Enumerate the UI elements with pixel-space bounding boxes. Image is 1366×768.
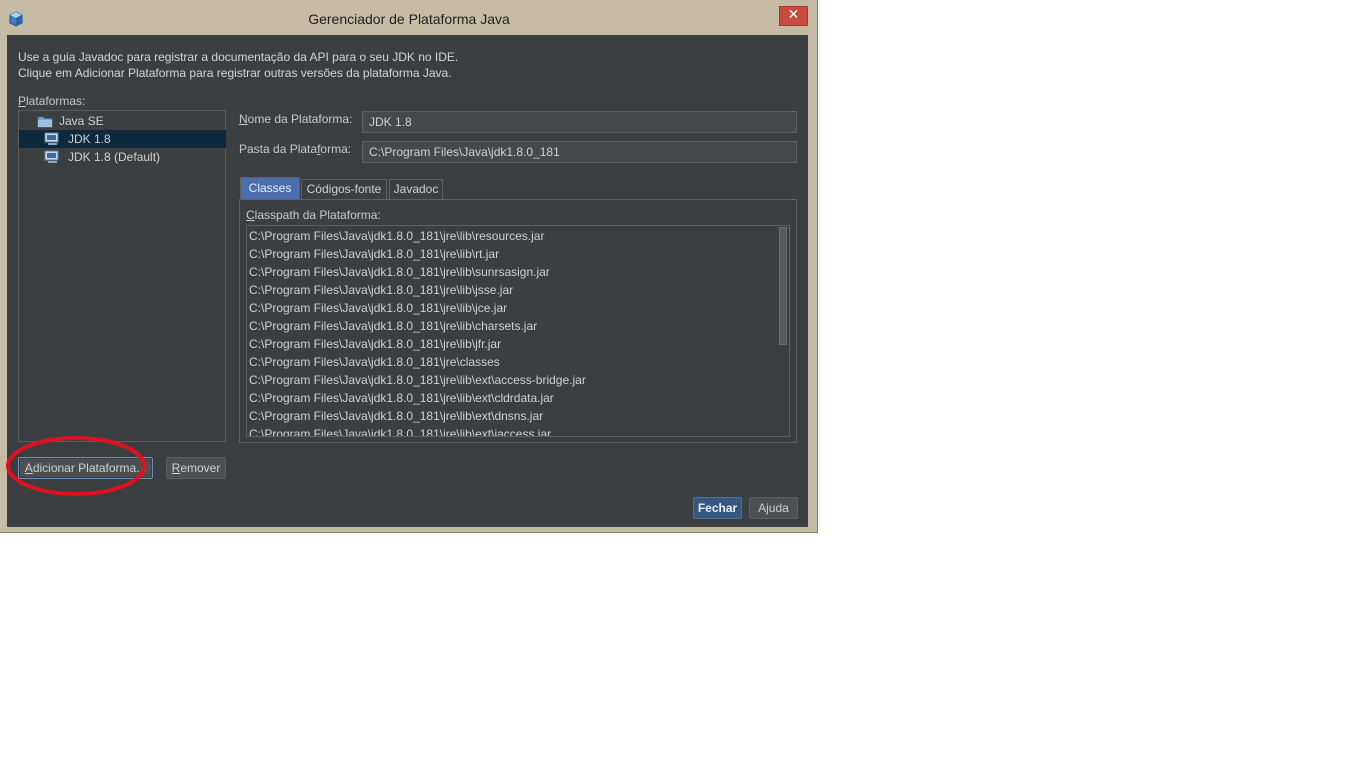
platform-icon [44, 132, 59, 145]
platform-icon [44, 150, 59, 163]
intro-line-2: Clique em Adicionar Plataforma para regi… [18, 66, 452, 80]
classpath-entry[interactable]: C:\Program Files\Java\jdk1.8.0_181\jre\l… [249, 227, 544, 245]
tab-source[interactable]: Códigos-fonte [301, 179, 387, 199]
title-bar[interactable]: Gerenciador de Plataforma Java ✕ [0, 0, 818, 34]
classpath-list[interactable]: C:\Program Files\Java\jdk1.8.0_181\jre\l… [246, 225, 790, 437]
classpath-entry[interactable]: C:\Program Files\Java\jdk1.8.0_181\jre\l… [249, 317, 537, 335]
dialog-content: Use a guia Javadoc para registrar a docu… [7, 35, 808, 527]
classpath-entry[interactable]: C:\Program Files\Java\jdk1.8.0_181\jre\l… [249, 389, 554, 407]
platforms-tree[interactable]: Java SE JDK 1.8 JDK 1.8 (Default) [18, 110, 226, 442]
tree-node-label: Java SE [59, 114, 104, 128]
classpath-entry[interactable]: C:\Program Files\Java\jdk1.8.0_181\jre\l… [249, 263, 550, 281]
classpath-entry[interactable]: C:\Program Files\Java\jdk1.8.0_181\jre\l… [249, 407, 543, 425]
add-platform-label: dicionar Plataforma... [32, 461, 147, 475]
platform-folder-label-post: orma: [320, 142, 352, 156]
tree-node-jdk-1-8[interactable]: JDK 1.8 [19, 130, 226, 148]
folder-icon [37, 116, 53, 128]
platform-name-label-mnemonic: N [239, 112, 248, 126]
remove-label: emover [180, 461, 221, 475]
platform-manager-window: Gerenciador de Plataforma Java ✕ Use a g… [0, 0, 818, 533]
classpath-entry[interactable]: C:\Program Files\Java\jdk1.8.0_181\jre\l… [249, 335, 501, 353]
tree-node-label: JDK 1.8 [68, 132, 111, 146]
classpath-entry[interactable]: C:\Program Files\Java\jdk1.8.0_181\jre\l… [249, 371, 586, 389]
platforms-label-rest: lataformas: [26, 94, 86, 108]
platform-name-label: Nome da Plataforma: [239, 112, 352, 126]
add-platform-mnemonic: A [24, 461, 33, 475]
tree-node-label: JDK 1.8 (Default) [68, 150, 161, 164]
classpath-scrollbar-thumb[interactable] [779, 227, 787, 345]
classpath-entry[interactable]: C:\Program Files\Java\jdk1.8.0_181\jre\l… [249, 299, 507, 317]
platform-folder-label-pre: Pasta da Plata [239, 142, 318, 156]
intro-text: Use a guia Javadoc para registrar a docu… [18, 49, 458, 81]
help-button[interactable]: Ajuda [749, 497, 798, 519]
platform-name-label-rest: ome da Plataforma: [247, 112, 353, 126]
platform-folder-label: Pasta da Plataforma: [239, 142, 351, 156]
window-title: Gerenciador de Plataforma Java [308, 11, 510, 27]
platforms-label-mnemonic: P [18, 94, 27, 108]
platforms-label: Plataformas: [18, 94, 85, 108]
platform-folder-field[interactable]: C:\Program Files\Java\jdk1.8.0_181 [362, 141, 797, 163]
tree-node-java-se[interactable]: Java SE [19, 112, 226, 130]
classpath-entry[interactable]: C:\Program Files\Java\jdk1.8.0_181\jre\l… [249, 425, 551, 436]
classpath-entry[interactable]: C:\Program Files\Java\jdk1.8.0_181\jre\l… [249, 245, 499, 263]
tree-node-jdk-1-8-default[interactable]: JDK 1.8 (Default) [19, 148, 226, 166]
classpath-label-rest: lasspath da Plataforma: [254, 208, 381, 222]
close-window-button[interactable]: ✕ [779, 6, 808, 26]
intro-line-1: Use a guia Javadoc para registrar a docu… [18, 50, 459, 64]
classpath-entry[interactable]: C:\Program Files\Java\jdk1.8.0_181\jre\l… [249, 281, 513, 299]
classpath-label-mnemonic: C [246, 208, 255, 222]
remove-button[interactable]: Remover [166, 457, 226, 479]
platform-name-field[interactable]: JDK 1.8 [362, 111, 797, 133]
classpath-label: Classpath da Plataforma: [246, 208, 381, 222]
close-button[interactable]: Fechar [693, 497, 742, 519]
tab-classes[interactable]: Classes [240, 177, 300, 199]
classpath-entry[interactable]: C:\Program Files\Java\jdk1.8.0_181\jre\c… [249, 353, 500, 371]
classes-tab-panel: Classpath da Plataforma: C:\Program File… [239, 199, 797, 443]
tab-javadoc[interactable]: Javadoc [389, 179, 443, 199]
add-platform-button[interactable]: Adicionar Plataforma... [18, 457, 153, 479]
